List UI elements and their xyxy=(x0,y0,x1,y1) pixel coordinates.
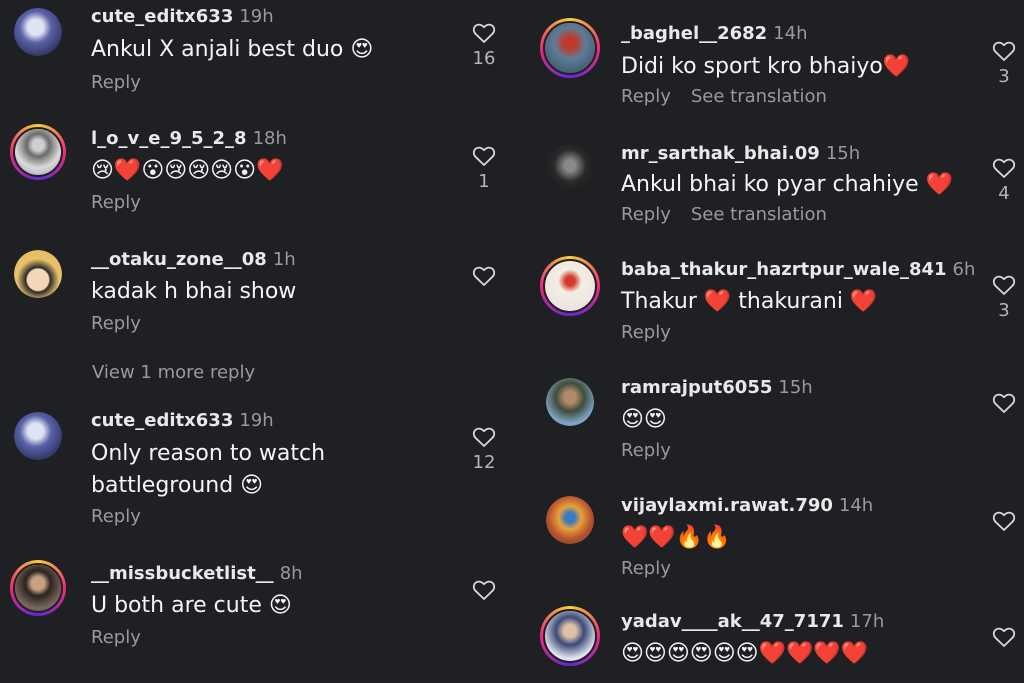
heart-icon[interactable] xyxy=(989,626,1019,648)
avatar[interactable] xyxy=(10,560,66,616)
comment-text: 😍😍 xyxy=(621,407,667,432)
avatar[interactable] xyxy=(14,250,62,298)
reply-button[interactable]: Reply xyxy=(91,627,141,648)
see-translation-button[interactable]: See translation xyxy=(691,86,827,107)
like-count: 1 xyxy=(478,171,490,192)
heart-icon[interactable] xyxy=(989,40,1019,62)
heart-icon[interactable] xyxy=(469,426,499,448)
avatar[interactable] xyxy=(540,18,600,78)
reply-button[interactable]: Reply xyxy=(621,86,671,107)
comment-time: 18h xyxy=(252,128,287,149)
see-translation-button[interactable]: See translation xyxy=(691,204,827,225)
comment-time: 8h xyxy=(279,563,303,584)
heart-icon[interactable] xyxy=(469,145,499,167)
reply-button[interactable]: Reply xyxy=(91,72,141,93)
heart-icon[interactable] xyxy=(989,274,1019,296)
comment-username[interactable]: ramrajput6055 xyxy=(621,377,772,398)
comment-text: 😢❤️😮😢😢😢😮❤️ xyxy=(91,158,284,183)
comment-text: Ankul bhai ko pyar chahiye ❤️ xyxy=(621,172,954,197)
avatar[interactable] xyxy=(14,8,62,56)
avatar[interactable] xyxy=(540,606,600,666)
comment-text: kadak h bhai show xyxy=(91,279,297,304)
heart-icon[interactable] xyxy=(469,579,499,601)
reply-button[interactable]: Reply xyxy=(91,506,141,527)
comment-username[interactable]: cute_editx633 xyxy=(91,410,233,431)
avatar[interactable] xyxy=(14,412,62,460)
like-count: 3 xyxy=(998,66,1010,87)
heart-icon[interactable] xyxy=(989,392,1019,414)
avatar[interactable] xyxy=(10,124,66,180)
comment-username[interactable]: cute_editx633 xyxy=(91,6,233,27)
heart-icon[interactable] xyxy=(469,265,499,287)
comment-text: Only reason to watch battleground 😍 xyxy=(91,441,326,498)
comment-username[interactable]: baba_thakur_hazrtpur_wale_841 xyxy=(621,259,947,280)
reply-button[interactable]: Reply xyxy=(621,322,671,343)
comment-time: 15h xyxy=(778,377,813,398)
like-count: 16 xyxy=(472,48,496,69)
heart-icon[interactable] xyxy=(989,157,1019,179)
heart-icon[interactable] xyxy=(989,510,1019,532)
reply-button[interactable]: Reply xyxy=(91,192,141,213)
comment-time: 15h xyxy=(825,143,861,164)
comment-time: 19h xyxy=(239,410,274,431)
comment-username[interactable]: __missbucketlist__ xyxy=(91,563,274,584)
avatar[interactable] xyxy=(546,496,594,544)
view-more-replies[interactable]: View 1 more reply xyxy=(92,362,255,383)
comments-column-right: _baghel__2682 14h Didi ko sport kro bhaiy… xyxy=(530,0,1024,683)
avatar[interactable] xyxy=(546,378,594,426)
comment-username[interactable]: yadav____ak__47_7171 xyxy=(621,611,844,632)
comment-time: 6h xyxy=(952,259,976,280)
comment-text: Didi ko sport kro bhaiyo❤️ xyxy=(621,54,911,79)
like-count: 4 xyxy=(998,183,1010,204)
like-count: 12 xyxy=(472,452,496,473)
reply-button[interactable]: Reply xyxy=(621,440,671,461)
comment-time: 1h xyxy=(272,249,296,270)
reply-button[interactable]: Reply xyxy=(91,313,141,334)
comment-username[interactable]: _baghel__2682 xyxy=(621,23,767,44)
comment-username[interactable]: vijaylaxmi.rawat.790 xyxy=(621,495,833,516)
comment-time: 14h xyxy=(838,495,874,516)
avatar[interactable] xyxy=(540,256,600,316)
comment-text: ❤️❤️🔥🔥 xyxy=(621,525,731,550)
comment-text: Thakur ❤️ thakurani ❤️ xyxy=(621,289,878,314)
comment-text: 😍😍😍😍😍😍❤️❤️❤️❤️ xyxy=(621,641,869,666)
comment-username[interactable]: l_o_v_e_9_5_2_8 xyxy=(91,128,247,149)
reply-button[interactable]: Reply xyxy=(621,204,671,225)
comment-time: 17h xyxy=(849,611,885,632)
like-count: 3 xyxy=(998,300,1010,321)
comment-username[interactable]: mr_sarthak_bhai.09 xyxy=(621,143,820,164)
comment-username[interactable]: __otaku_zone__08 xyxy=(91,249,267,270)
reply-button[interactable]: Reply xyxy=(621,558,671,579)
comments-column-left: cute_editx633 19h Ankul X anjali best duo… xyxy=(0,0,510,683)
comment-text: U both are cute 😍 xyxy=(91,593,292,618)
heart-icon[interactable] xyxy=(469,22,499,44)
comment-text: Ankul X anjali best duo 😍 xyxy=(91,37,374,62)
avatar[interactable] xyxy=(546,144,594,192)
comment-time: 14h xyxy=(773,23,808,44)
comment-time: 19h xyxy=(239,6,274,27)
